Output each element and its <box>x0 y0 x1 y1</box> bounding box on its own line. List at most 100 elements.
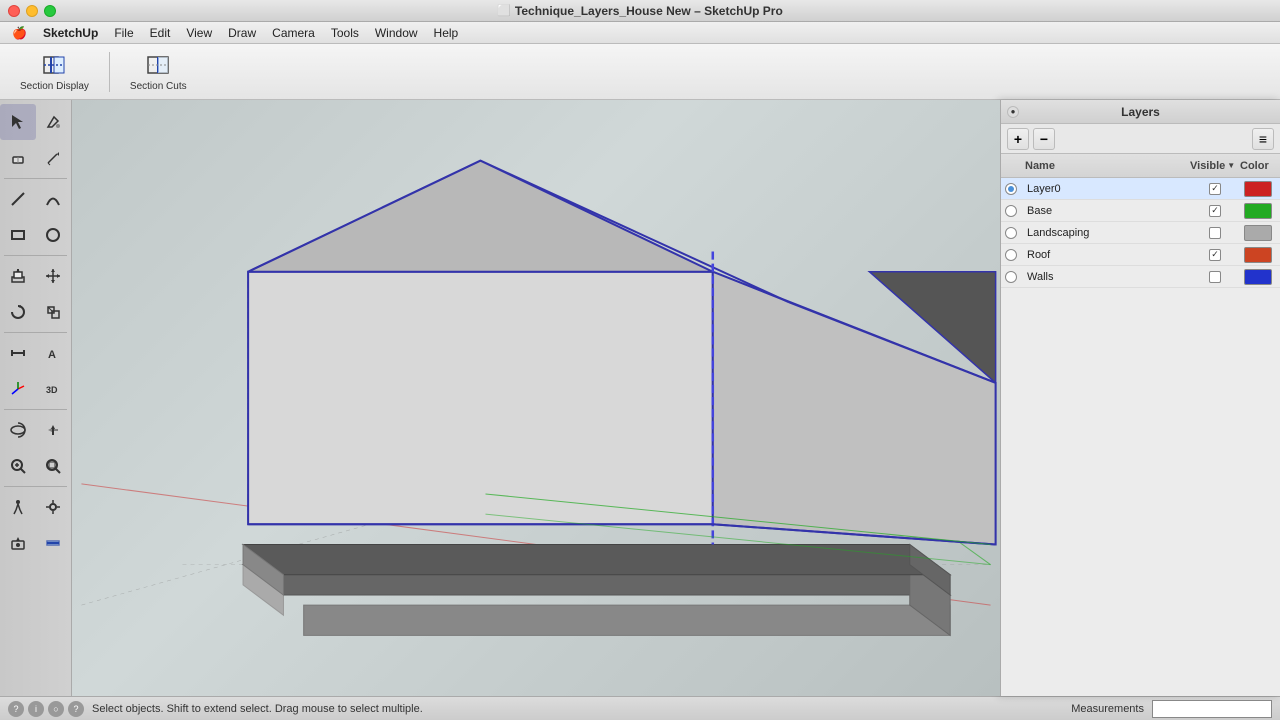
roof-color[interactable] <box>1240 247 1276 263</box>
close-button[interactable] <box>8 5 20 17</box>
main-toolbar: Section Display Section Cuts <box>0 44 1280 100</box>
apple-menu[interactable]: 🍎 <box>4 22 35 44</box>
menu-file[interactable]: File <box>106 22 141 44</box>
model-svg <box>72 100 1000 696</box>
zoom-extents-tool[interactable] <box>36 448 72 484</box>
walls-visible[interactable] <box>1190 271 1240 283</box>
measurements-input[interactable] <box>1152 700 1272 718</box>
statusbar-icons: ? i ○ ? <box>8 701 84 717</box>
toolbar-sep <box>109 52 110 92</box>
panel-close-button[interactable]: ● <box>1007 106 1019 118</box>
walls-radio[interactable] <box>1005 271 1017 283</box>
tool-row-7: A <box>0 335 71 371</box>
status-icon-4[interactable]: ? <box>68 701 84 717</box>
walls-color[interactable] <box>1240 269 1276 285</box>
landscaping-color[interactable] <box>1240 225 1276 241</box>
menubar: 🍎 SketchUp File Edit View Draw Camera To… <box>0 22 1280 44</box>
visible-sort-icon: ▼ <box>1227 161 1235 170</box>
add-layer-button[interactable]: + <box>1007 128 1029 150</box>
walk-tool[interactable] <box>0 489 36 525</box>
base-visibility-checkbox[interactable] <box>1209 205 1221 217</box>
menu-draw[interactable]: Draw <box>220 22 264 44</box>
eraser-tool[interactable] <box>0 140 36 176</box>
remove-layer-button[interactable]: − <box>1033 128 1055 150</box>
scale-tool[interactable] <box>36 294 72 330</box>
maximize-button[interactable] <box>44 5 56 17</box>
landscaping-radio[interactable] <box>1005 227 1017 239</box>
3dtext-tool[interactable]: 3D <box>36 371 72 407</box>
roof-color-swatch[interactable] <box>1244 247 1272 263</box>
base-color[interactable] <box>1240 203 1276 219</box>
roof-radio[interactable] <box>1005 249 1017 261</box>
svg-text:A: A <box>48 349 56 361</box>
layer-row-walls[interactable]: Walls <box>1001 266 1280 288</box>
position-camera-tool[interactable] <box>0 525 36 561</box>
rect-tool[interactable] <box>0 217 36 253</box>
base-radio[interactable] <box>1005 205 1017 217</box>
section-cuts-label: Section Cuts <box>130 81 187 92</box>
layer0-visible[interactable] <box>1190 183 1240 195</box>
menu-help[interactable]: Help <box>426 22 467 44</box>
arc-tool[interactable] <box>36 181 72 217</box>
minimize-button[interactable] <box>26 5 38 17</box>
walls-color-swatch[interactable] <box>1244 269 1272 285</box>
tool-row-4 <box>0 217 71 253</box>
section-cuts-button[interactable]: Section Cuts <box>122 47 195 96</box>
roof-visibility-checkbox[interactable] <box>1209 249 1221 261</box>
tape-tool[interactable] <box>0 335 36 371</box>
base-color-swatch[interactable] <box>1244 203 1272 219</box>
menu-edit[interactable]: Edit <box>142 22 179 44</box>
zoom-tool[interactable] <box>0 448 36 484</box>
push-pull-tool[interactable] <box>0 258 36 294</box>
layer-options-button[interactable]: ≡ <box>1252 128 1274 150</box>
layer-row-roof[interactable]: Roof <box>1001 244 1280 266</box>
move-tool[interactable] <box>36 258 72 294</box>
status-icon-3[interactable]: ○ <box>48 701 64 717</box>
layer0-radio[interactable] <box>1005 183 1017 195</box>
layer-row-landscaping[interactable]: Landscaping <box>1001 222 1280 244</box>
layer0-color[interactable] <box>1240 181 1276 197</box>
column-header-color: Color <box>1240 160 1276 172</box>
landscaping-visibility-checkbox[interactable] <box>1209 227 1221 239</box>
look-around-tool[interactable] <box>36 489 72 525</box>
layer0-color-swatch[interactable] <box>1244 181 1272 197</box>
roof-name: Roof <box>1025 249 1190 261</box>
tool-row-12 <box>0 525 71 561</box>
pan-tool[interactable] <box>36 412 72 448</box>
status-icon-1[interactable]: ? <box>8 701 24 717</box>
rotate-tool[interactable] <box>0 294 36 330</box>
status-icon-2[interactable]: i <box>28 701 44 717</box>
left-toolbar: A 3D <box>0 100 72 696</box>
menu-sketchup[interactable]: SketchUp <box>35 22 106 44</box>
menu-window[interactable]: Window <box>367 22 426 44</box>
viewport-canvas[interactable] <box>72 100 1000 696</box>
tool-row-5 <box>0 258 71 294</box>
pencil-tool[interactable] <box>36 140 72 176</box>
layer-row-layer0[interactable]: Layer0 <box>1001 178 1280 200</box>
select-tool[interactable] <box>0 104 36 140</box>
section-display-label: Section Display <box>20 81 89 92</box>
axes-tool[interactable] <box>0 371 36 407</box>
svg-text:3D: 3D <box>46 385 58 395</box>
circle-tool[interactable] <box>36 217 72 253</box>
title-icon: ⬜ <box>497 4 511 17</box>
statusbar: ? i ○ ? Select objects. Shift to extend … <box>0 696 1280 720</box>
roof-visible[interactable] <box>1190 249 1240 261</box>
line-tool[interactable] <box>0 181 36 217</box>
menu-tools[interactable]: Tools <box>323 22 367 44</box>
orbit-tool[interactable] <box>0 412 36 448</box>
menu-view[interactable]: View <box>178 22 220 44</box>
walls-visibility-checkbox[interactable] <box>1209 271 1221 283</box>
tool-row-11 <box>0 489 71 525</box>
menu-camera[interactable]: Camera <box>264 22 323 44</box>
landscaping-visible[interactable] <box>1190 227 1240 239</box>
section-plane-tool[interactable] <box>36 525 72 561</box>
layer0-visibility-checkbox[interactable] <box>1209 183 1221 195</box>
paint-tool[interactable] <box>36 104 72 140</box>
text-tool[interactable]: A <box>36 335 72 371</box>
layers-table-header: Name Visible ▼ Color <box>1001 154 1280 178</box>
layer-row-base[interactable]: Base <box>1001 200 1280 222</box>
section-display-button[interactable]: Section Display <box>12 47 97 96</box>
base-visible[interactable] <box>1190 205 1240 217</box>
landscaping-color-swatch[interactable] <box>1244 225 1272 241</box>
